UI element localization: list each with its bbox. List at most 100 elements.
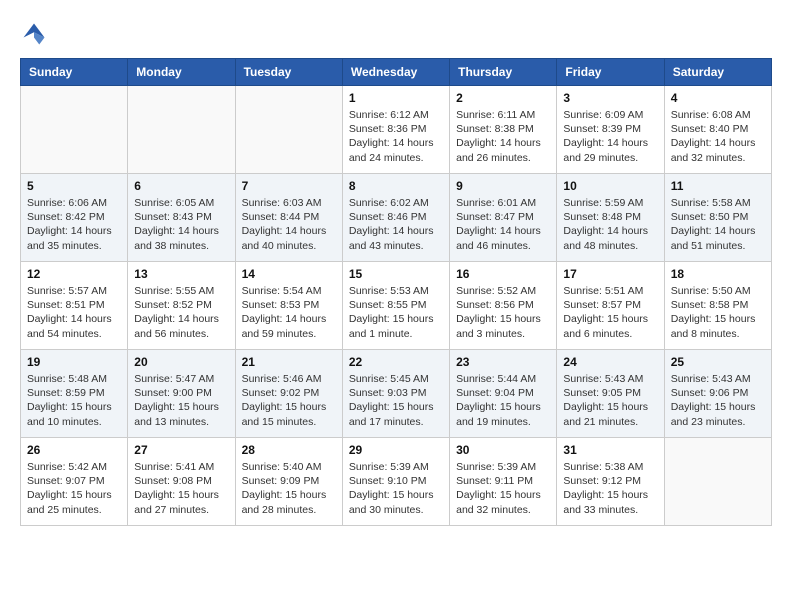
day-number: 17	[563, 267, 657, 281]
day-number: 27	[134, 443, 228, 457]
day-info: Sunrise: 5:58 AM Sunset: 8:50 PM Dayligh…	[671, 196, 765, 253]
calendar-week-3: 12 Sunrise: 5:57 AM Sunset: 8:51 PM Dayli…	[21, 262, 772, 350]
day-number: 19	[27, 355, 121, 369]
day-info: Sunrise: 5:41 AM Sunset: 9:08 PM Dayligh…	[134, 460, 228, 517]
day-info: Sunrise: 6:12 AM Sunset: 8:36 PM Dayligh…	[349, 108, 443, 165]
calendar-cell	[21, 86, 128, 174]
day-info: Sunrise: 5:38 AM Sunset: 9:12 PM Dayligh…	[563, 460, 657, 517]
day-info: Sunrise: 5:39 AM Sunset: 9:10 PM Dayligh…	[349, 460, 443, 517]
page-header	[20, 20, 772, 48]
calendar-cell: 4 Sunrise: 6:08 AM Sunset: 8:40 PM Daylig…	[664, 86, 771, 174]
day-number: 11	[671, 179, 765, 193]
calendar-header-thursday: Thursday	[450, 59, 557, 86]
day-number: 9	[456, 179, 550, 193]
day-number: 6	[134, 179, 228, 193]
calendar-cell: 29 Sunrise: 5:39 AM Sunset: 9:10 PM Dayli…	[342, 438, 449, 526]
logo-icon	[20, 20, 48, 48]
calendar-cell: 12 Sunrise: 5:57 AM Sunset: 8:51 PM Dayli…	[21, 262, 128, 350]
calendar-header-monday: Monday	[128, 59, 235, 86]
calendar-cell: 31 Sunrise: 5:38 AM Sunset: 9:12 PM Dayli…	[557, 438, 664, 526]
day-info: Sunrise: 6:01 AM Sunset: 8:47 PM Dayligh…	[456, 196, 550, 253]
day-info: Sunrise: 5:59 AM Sunset: 8:48 PM Dayligh…	[563, 196, 657, 253]
calendar-table: SundayMondayTuesdayWednesdayThursdayFrid…	[20, 58, 772, 526]
day-info: Sunrise: 5:48 AM Sunset: 8:59 PM Dayligh…	[27, 372, 121, 429]
day-number: 28	[242, 443, 336, 457]
calendar-header-friday: Friday	[557, 59, 664, 86]
calendar-cell: 15 Sunrise: 5:53 AM Sunset: 8:55 PM Dayli…	[342, 262, 449, 350]
day-info: Sunrise: 5:47 AM Sunset: 9:00 PM Dayligh…	[134, 372, 228, 429]
day-number: 7	[242, 179, 336, 193]
day-number: 30	[456, 443, 550, 457]
calendar-week-4: 19 Sunrise: 5:48 AM Sunset: 8:59 PM Dayli…	[21, 350, 772, 438]
day-info: Sunrise: 5:53 AM Sunset: 8:55 PM Dayligh…	[349, 284, 443, 341]
day-info: Sunrise: 5:45 AM Sunset: 9:03 PM Dayligh…	[349, 372, 443, 429]
calendar-cell: 28 Sunrise: 5:40 AM Sunset: 9:09 PM Dayli…	[235, 438, 342, 526]
day-info: Sunrise: 6:05 AM Sunset: 8:43 PM Dayligh…	[134, 196, 228, 253]
day-info: Sunrise: 5:43 AM Sunset: 9:05 PM Dayligh…	[563, 372, 657, 429]
day-number: 25	[671, 355, 765, 369]
calendar-cell: 11 Sunrise: 5:58 AM Sunset: 8:50 PM Dayli…	[664, 174, 771, 262]
calendar-cell	[664, 438, 771, 526]
day-number: 16	[456, 267, 550, 281]
calendar-cell: 17 Sunrise: 5:51 AM Sunset: 8:57 PM Dayli…	[557, 262, 664, 350]
day-info: Sunrise: 6:11 AM Sunset: 8:38 PM Dayligh…	[456, 108, 550, 165]
calendar-cell: 9 Sunrise: 6:01 AM Sunset: 8:47 PM Daylig…	[450, 174, 557, 262]
calendar-cell: 25 Sunrise: 5:43 AM Sunset: 9:06 PM Dayli…	[664, 350, 771, 438]
calendar-cell	[128, 86, 235, 174]
day-number: 24	[563, 355, 657, 369]
day-info: Sunrise: 5:51 AM Sunset: 8:57 PM Dayligh…	[563, 284, 657, 341]
calendar-cell: 22Sunrise: 5:45 AM Sunset: 9:03 PM Dayli…	[342, 350, 449, 438]
day-number: 20	[134, 355, 228, 369]
calendar-cell: 8Sunrise: 6:02 AM Sunset: 8:46 PM Daylig…	[342, 174, 449, 262]
day-number: 10	[563, 179, 657, 193]
day-number: 18	[671, 267, 765, 281]
calendar-header-row: SundayMondayTuesdayWednesdayThursdayFrid…	[21, 59, 772, 86]
day-info: Sunrise: 5:44 AM Sunset: 9:04 PM Dayligh…	[456, 372, 550, 429]
day-number: 2	[456, 91, 550, 105]
day-info: Sunrise: 5:46 AM Sunset: 9:02 PM Dayligh…	[242, 372, 336, 429]
calendar-header-tuesday: Tuesday	[235, 59, 342, 86]
calendar-cell: 26 Sunrise: 5:42 AM Sunset: 9:07 PM Dayli…	[21, 438, 128, 526]
calendar-cell: 14Sunrise: 5:54 AM Sunset: 8:53 PM Dayli…	[235, 262, 342, 350]
day-number: 15	[349, 267, 443, 281]
calendar-cell: 7 Sunrise: 6:03 AM Sunset: 8:44 PM Daylig…	[235, 174, 342, 262]
day-number: 23	[456, 355, 550, 369]
calendar-header-sunday: Sunday	[21, 59, 128, 86]
day-info: Sunrise: 5:57 AM Sunset: 8:51 PM Dayligh…	[27, 284, 121, 341]
calendar-cell: 21 Sunrise: 5:46 AM Sunset: 9:02 PM Dayli…	[235, 350, 342, 438]
day-number: 29	[349, 443, 443, 457]
day-info: Sunrise: 5:42 AM Sunset: 9:07 PM Dayligh…	[27, 460, 121, 517]
day-info: Sunrise: 6:03 AM Sunset: 8:44 PM Dayligh…	[242, 196, 336, 253]
day-info: Sunrise: 5:40 AM Sunset: 9:09 PM Dayligh…	[242, 460, 336, 517]
calendar-cell: 13 Sunrise: 5:55 AM Sunset: 8:52 PM Dayli…	[128, 262, 235, 350]
day-info: Sunrise: 6:06 AM Sunset: 8:42 PM Dayligh…	[27, 196, 121, 253]
calendar-cell: 20 Sunrise: 5:47 AM Sunset: 9:00 PM Dayli…	[128, 350, 235, 438]
day-info: Sunrise: 5:43 AM Sunset: 9:06 PM Dayligh…	[671, 372, 765, 429]
calendar-cell: 27 Sunrise: 5:41 AM Sunset: 9:08 PM Dayli…	[128, 438, 235, 526]
day-number: 5	[27, 179, 121, 193]
calendar-week-2: 5 Sunrise: 6:06 AM Sunset: 8:42 PM Daylig…	[21, 174, 772, 262]
day-number: 12	[27, 267, 121, 281]
calendar-week-5: 26 Sunrise: 5:42 AM Sunset: 9:07 PM Dayli…	[21, 438, 772, 526]
calendar-cell: 3Sunrise: 6:09 AM Sunset: 8:39 PM Daylig…	[557, 86, 664, 174]
day-info: Sunrise: 5:39 AM Sunset: 9:11 PM Dayligh…	[456, 460, 550, 517]
calendar-cell: 24 Sunrise: 5:43 AM Sunset: 9:05 PM Dayli…	[557, 350, 664, 438]
calendar-cell: 1Sunrise: 6:12 AM Sunset: 8:36 PM Daylig…	[342, 86, 449, 174]
day-number: 4	[671, 91, 765, 105]
day-info: Sunrise: 6:02 AM Sunset: 8:46 PM Dayligh…	[349, 196, 443, 253]
day-number: 31	[563, 443, 657, 457]
day-info: Sunrise: 5:50 AM Sunset: 8:58 PM Dayligh…	[671, 284, 765, 341]
day-info: Sunrise: 6:09 AM Sunset: 8:39 PM Dayligh…	[563, 108, 657, 165]
day-info: Sunrise: 5:54 AM Sunset: 8:53 PM Dayligh…	[242, 284, 336, 341]
calendar-cell: 30 Sunrise: 5:39 AM Sunset: 9:11 PM Dayli…	[450, 438, 557, 526]
calendar-cell: 5 Sunrise: 6:06 AM Sunset: 8:42 PM Daylig…	[21, 174, 128, 262]
calendar-cell: 18 Sunrise: 5:50 AM Sunset: 8:58 PM Dayli…	[664, 262, 771, 350]
day-number: 13	[134, 267, 228, 281]
day-info: Sunrise: 6:08 AM Sunset: 8:40 PM Dayligh…	[671, 108, 765, 165]
calendar-cell: 16 Sunrise: 5:52 AM Sunset: 8:56 PM Dayli…	[450, 262, 557, 350]
day-number: 21	[242, 355, 336, 369]
day-info: Sunrise: 5:52 AM Sunset: 8:56 PM Dayligh…	[456, 284, 550, 341]
calendar-cell: 23 Sunrise: 5:44 AM Sunset: 9:04 PM Dayli…	[450, 350, 557, 438]
day-number: 26	[27, 443, 121, 457]
day-info: Sunrise: 5:55 AM Sunset: 8:52 PM Dayligh…	[134, 284, 228, 341]
